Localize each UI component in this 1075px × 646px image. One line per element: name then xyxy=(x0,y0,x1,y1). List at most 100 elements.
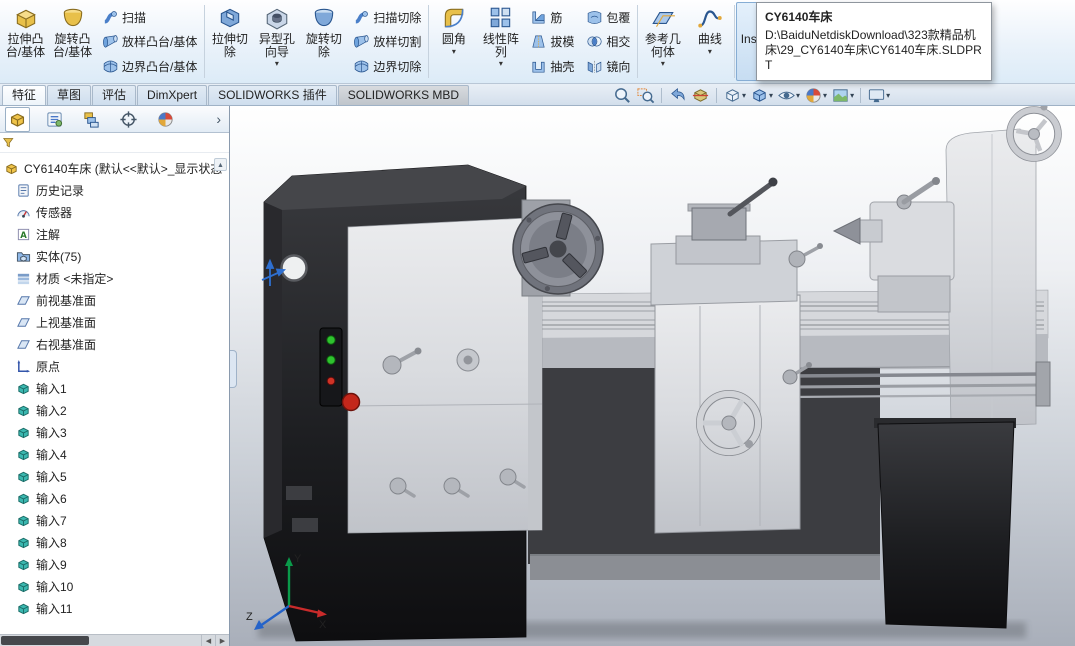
tab-features[interactable]: 特征 xyxy=(2,85,46,105)
rib-button[interactable]: 筋 xyxy=(527,8,577,27)
tree-item-imported-8[interactable]: 输入8 xyxy=(0,531,229,553)
tab-propertymanager[interactable] xyxy=(42,107,67,132)
boundary-cut-button[interactable]: 边界切除 xyxy=(350,57,424,76)
dropdown-arrow-icon[interactable] xyxy=(661,59,665,68)
dropdown-arrow-icon[interactable] xyxy=(769,91,773,100)
zoom-to-fit-button[interactable] xyxy=(612,86,633,105)
boundary-boss-base-button[interactable]: 边界凸台/基体 xyxy=(99,57,200,76)
tree-item-label: 输入9 xyxy=(36,556,67,573)
display-style-button[interactable] xyxy=(749,86,774,105)
tab-solidworks-addins[interactable]: SOLIDWORKS 插件 xyxy=(208,85,337,105)
button-label: 包覆 xyxy=(606,9,630,26)
extruded-cut-icon xyxy=(217,5,243,31)
view-settings-icon xyxy=(867,86,886,105)
reference-geometry-button[interactable]: 参考几何体 xyxy=(639,2,686,81)
tree-item-imported-9[interactable]: 输入9 xyxy=(0,553,229,575)
tree-item-label: 输入1 xyxy=(36,380,67,397)
draft-button[interactable]: 拔模 xyxy=(527,32,577,51)
tree-item-imported-7[interactable]: 输入7 xyxy=(0,509,229,531)
edit-appearance-button[interactable] xyxy=(803,86,828,105)
tree-root-part[interactable]: CY6140车床 (默认<<默认>_显示状态 xyxy=(0,157,229,179)
toolbar-separator xyxy=(860,88,861,103)
scroll-right-button[interactable] xyxy=(215,635,229,646)
tab-evaluate[interactable]: 评估 xyxy=(92,85,136,105)
tree-scroll-up-button[interactable] xyxy=(214,158,227,171)
dropdown-arrow-icon[interactable] xyxy=(275,59,279,68)
tab-solidworks-mbd[interactable]: SOLIDWORKS MBD xyxy=(338,85,469,105)
tab-sketch[interactable]: 草图 xyxy=(47,85,91,105)
tree-item-imported-11[interactable]: 输入11 xyxy=(0,597,229,619)
previous-view-icon xyxy=(668,86,687,105)
wrap-button[interactable]: 包覆 xyxy=(583,8,633,27)
tree-item-front-plane[interactable]: 前视基准面 xyxy=(0,289,229,311)
tree-item-annotations[interactable]: 注解 xyxy=(0,223,229,245)
tree-item-imported-5[interactable]: 输入5 xyxy=(0,465,229,487)
imported-feature-icon xyxy=(16,469,31,484)
dropdown-arrow-icon[interactable] xyxy=(452,47,456,56)
linear-pattern-button[interactable]: 线性阵列 xyxy=(477,2,524,81)
zoom-to-area-button[interactable] xyxy=(635,86,656,105)
tree-item-imported-4[interactable]: 输入4 xyxy=(0,443,229,465)
tree-item-sensors[interactable]: 传感器 xyxy=(0,201,229,223)
tree-item-imported-3[interactable]: 输入3 xyxy=(0,421,229,443)
scrollbar-thumb[interactable] xyxy=(1,636,89,645)
panel-splitter-grip[interactable] xyxy=(230,350,237,388)
tree-item-top-plane[interactable]: 上视基准面 xyxy=(0,311,229,333)
tree-item-material[interactable]: 材质 <未指定> xyxy=(0,267,229,289)
tree-item-history[interactable]: 历史记录 xyxy=(0,179,229,201)
mirror-button[interactable]: 镜向 xyxy=(583,57,633,76)
tree-item-right-plane[interactable]: 右视基准面 xyxy=(0,333,229,355)
model-3d-view[interactable] xyxy=(230,106,1075,646)
previous-view-button[interactable] xyxy=(667,86,688,105)
dropdown-arrow-icon[interactable] xyxy=(499,59,503,68)
ribbon-separator xyxy=(428,5,429,78)
tree-item-imported-10[interactable]: 输入10 xyxy=(0,575,229,597)
tree-item-origin[interactable]: 原点 xyxy=(0,355,229,377)
view-orientation-icon xyxy=(723,86,742,105)
fillet-button[interactable]: 圆角 xyxy=(430,2,477,81)
tree-item-label: 输入6 xyxy=(36,490,67,507)
scroll-left-button[interactable] xyxy=(201,635,215,646)
swept-cut-button[interactable]: 扫描切除 xyxy=(350,8,424,27)
intersect-button[interactable]: 相交 xyxy=(583,32,633,51)
dropdown-arrow-icon[interactable] xyxy=(850,91,854,100)
curves-button[interactable]: 曲线 xyxy=(686,2,733,81)
view-orientation-button[interactable] xyxy=(722,86,747,105)
tree-item-label: 实体(75) xyxy=(36,248,81,265)
tree-item-solid-bodies[interactable]: 实体(75) xyxy=(0,245,229,267)
tab-dimxpert[interactable]: DimXpert xyxy=(137,85,207,105)
hole-wizard-button[interactable]: 异型孔向导 xyxy=(253,2,300,81)
extruded-boss-base-button[interactable]: 拉伸凸台/基体 xyxy=(2,2,49,81)
panel-flyout-chevron-icon[interactable] xyxy=(213,111,224,127)
extruded-cut-button[interactable]: 拉伸切除 xyxy=(206,2,253,81)
display-style-icon xyxy=(750,86,769,105)
toolbar-separator xyxy=(661,88,662,103)
graphics-viewport[interactable]: Y Z X xyxy=(230,106,1075,646)
tree-item-imported-1[interactable]: 输入1 xyxy=(0,377,229,399)
shell-button[interactable]: 抽壳 xyxy=(527,57,577,76)
dropdown-arrow-icon[interactable] xyxy=(708,47,712,56)
lofted-boss-base-button[interactable]: 放样凸台/基体 xyxy=(99,32,200,51)
scrollbar-track[interactable] xyxy=(90,635,201,646)
tree-item-imported-6[interactable]: 输入6 xyxy=(0,487,229,509)
tab-configurationmanager[interactable] xyxy=(79,107,104,132)
tree-horizontal-scrollbar[interactable] xyxy=(0,634,229,646)
dropdown-arrow-icon[interactable] xyxy=(823,91,827,100)
tab-displaymanager[interactable] xyxy=(153,107,178,132)
tab-dimxpertmanager[interactable] xyxy=(116,107,141,132)
hole-wizard-icon xyxy=(264,5,290,31)
apply-scene-button[interactable] xyxy=(830,86,855,105)
tree-item-imported-2[interactable]: 输入2 xyxy=(0,399,229,421)
hide-show-items-button[interactable] xyxy=(776,86,801,105)
tab-featuremanager-design-tree[interactable] xyxy=(5,107,30,132)
revolved-cut-button[interactable]: 旋转切除 xyxy=(300,2,347,81)
triad-z-label: Z xyxy=(246,611,253,623)
dropdown-arrow-icon[interactable] xyxy=(796,91,800,100)
swept-boss-base-button[interactable]: 扫描 xyxy=(99,8,200,27)
lofted-cut-button[interactable]: 放样切割 xyxy=(350,32,424,51)
dropdown-arrow-icon[interactable] xyxy=(886,91,890,100)
revolved-boss-base-button[interactable]: 旋转凸台/基体 xyxy=(49,2,96,81)
dropdown-arrow-icon[interactable] xyxy=(742,91,746,100)
view-settings-button[interactable] xyxy=(866,86,891,105)
section-view-button[interactable] xyxy=(690,86,711,105)
